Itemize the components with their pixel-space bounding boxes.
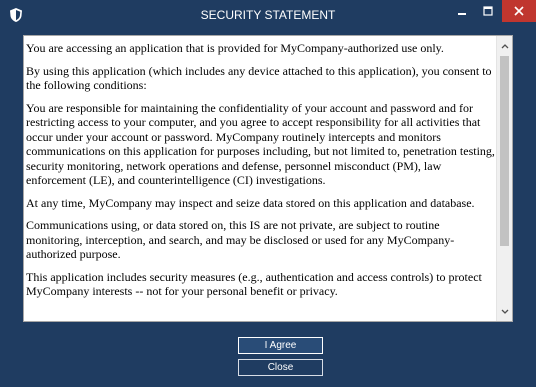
statement-paragraph: This application includes security measu… [26,269,482,299]
statement-paragraph: At any time, MyCompany may inspect and s… [26,195,475,210]
close-button[interactable]: Close [238,359,323,376]
statement-paragraph: By using this application (which include… [26,63,492,93]
title-bar[interactable]: SECURITY STATEMENT [0,0,536,30]
close-icon [514,6,524,16]
maximize-button[interactable] [475,0,501,22]
maximize-icon [483,6,493,16]
statement-paragraph: You are accessing an application that is… [26,41,444,55]
close-window-button[interactable] [502,0,536,22]
scrollbar-thumb[interactable] [500,56,509,246]
scroll-up-button[interactable] [497,38,513,54]
chevron-up-icon [501,44,509,49]
minimize-icon [458,13,466,15]
minimize-button[interactable] [449,0,475,22]
vertical-scrollbar[interactable] [496,36,512,321]
agree-button[interactable]: I Agree [238,337,323,354]
scroll-down-button[interactable] [497,304,513,320]
statement-paragraph: Communications using, or data stored on,… [26,218,455,261]
statement-panel: You are accessing an application that is… [23,35,513,322]
security-statement-window: SECURITY STATEMENT You are accessing an … [0,0,536,387]
statement-paragraph: You are responsible for maintaining the … [26,100,495,188]
statement-text[interactable]: You are accessing an application that is… [24,36,496,321]
chevron-down-icon [501,309,509,314]
